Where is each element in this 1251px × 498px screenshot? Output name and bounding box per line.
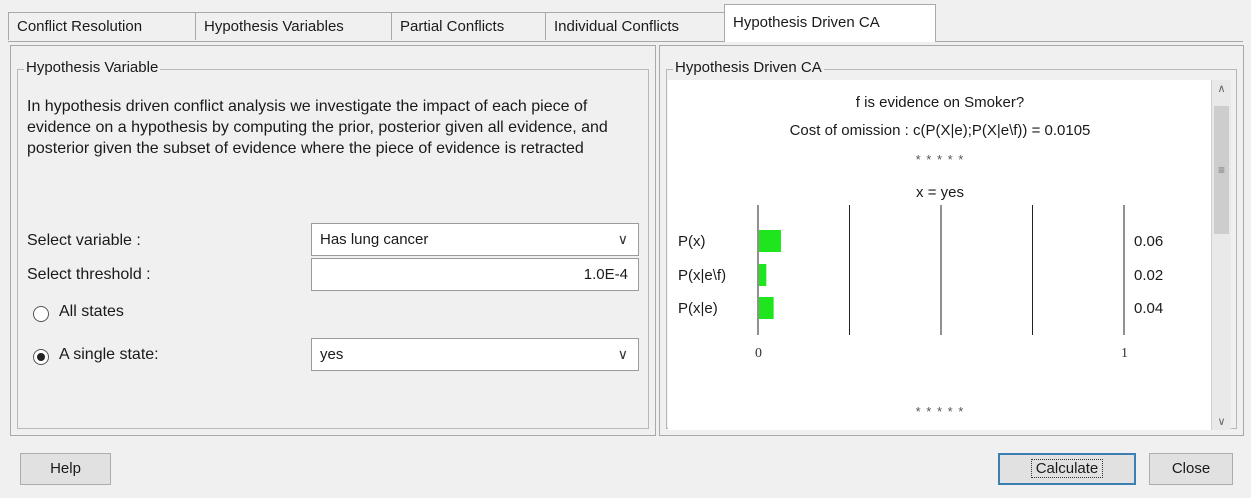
cost-of-omission: Cost of omission : c(P(X|e);P(X|e\f)) = …: [789, 122, 1091, 139]
vertical-scrollbar[interactable]: ∧ ≡ ∨: [1211, 80, 1231, 430]
evidence-question: f is evidence on Smoker?: [855, 94, 1025, 111]
select-variable-label: Select variable :: [27, 232, 141, 249]
hypothesis-driven-ca-panel: Hypothesis Driven CA f is evidence on Sm…: [659, 45, 1244, 436]
tab-label: Partial Conflicts: [400, 18, 505, 35]
close-label: Close: [1171, 460, 1211, 477]
group-title: Hypothesis Driven CA: [673, 59, 824, 76]
select-threshold-label: Select threshold :: [27, 266, 151, 283]
probability-bar: [759, 264, 767, 286]
scroll-down-icon[interactable]: ∨: [1212, 415, 1231, 428]
hypothesis-variable-panel: Hypothesis Variable In hypothesis driven…: [10, 45, 656, 436]
description-text: In hypothesis driven conflict analysis w…: [27, 98, 608, 157]
state-select[interactable]: yes ∨: [311, 338, 639, 371]
tab-label: Hypothesis Driven CA: [733, 14, 880, 31]
variable-select-value: Has lung cancer: [320, 231, 429, 248]
scroll-thumb[interactable]: ≡: [1214, 106, 1229, 234]
bar-chart: P(x) 0.06 P(x|e\f) 0.02 P(x|e) 0.04 0 1: [678, 205, 1163, 361]
separator-top: * * * * *: [915, 152, 965, 167]
tab-label: Conflict Resolution: [17, 18, 143, 35]
tab-hypothesis-variables[interactable]: Hypothesis Variables: [195, 12, 392, 40]
tab-underline: [8, 41, 1243, 42]
threshold-input[interactable]: 1.0E-4: [311, 258, 639, 291]
bar-label: P(x): [678, 233, 706, 250]
tab-hypothesis-driven-ca[interactable]: Hypothesis Driven CA: [724, 4, 936, 42]
tab-label: Hypothesis Variables: [204, 18, 344, 35]
scroll-up-icon[interactable]: ∧: [1212, 82, 1231, 95]
calculate-label: Calculate: [1030, 459, 1104, 478]
threshold-value: 1.0E-4: [583, 266, 628, 283]
bar-label: P(x|e): [678, 300, 718, 317]
axis-tick-min: 0: [755, 346, 762, 361]
grip-icon: ≡: [1217, 163, 1225, 177]
bar-value-label: 0.02: [1134, 267, 1163, 284]
single-state-radio[interactable]: [33, 349, 49, 365]
result-view: f is evidence on Smoker? Cost of omissio…: [668, 80, 1212, 430]
separator-bottom: * * * * *: [915, 404, 965, 419]
variable-select[interactable]: Has lung cancer ∨: [311, 223, 639, 256]
help-button[interactable]: Help: [20, 453, 111, 485]
single-state-label: A single state:: [59, 346, 159, 363]
help-label: Help: [50, 460, 81, 477]
state-heading: x = yes: [916, 184, 964, 201]
state-select-value: yes: [320, 346, 344, 363]
chevron-down-icon: ∨: [617, 346, 628, 362]
group-title: Hypothesis Variable: [24, 59, 161, 76]
tab-individual-conflicts[interactable]: Individual Conflicts: [545, 12, 725, 40]
probability-bar: [759, 297, 774, 319]
tab-label: Individual Conflicts: [554, 18, 680, 35]
tab-partial-conflicts[interactable]: Partial Conflicts: [391, 12, 546, 40]
chevron-down-icon: ∨: [617, 231, 628, 247]
axis-tick-max: 1: [1121, 346, 1128, 361]
probability-bar: [759, 230, 781, 252]
close-button[interactable]: Close: [1149, 453, 1233, 485]
tab-conflict-resolution[interactable]: Conflict Resolution: [8, 12, 196, 40]
bar-value-label: 0.06: [1134, 233, 1163, 250]
bar-value-label: 0.04: [1134, 300, 1163, 317]
all-states-label: All states: [59, 303, 124, 320]
all-states-radio[interactable]: [33, 306, 49, 322]
bar-label: P(x|e\f): [678, 267, 726, 284]
calculate-button[interactable]: Calculate: [998, 453, 1136, 485]
